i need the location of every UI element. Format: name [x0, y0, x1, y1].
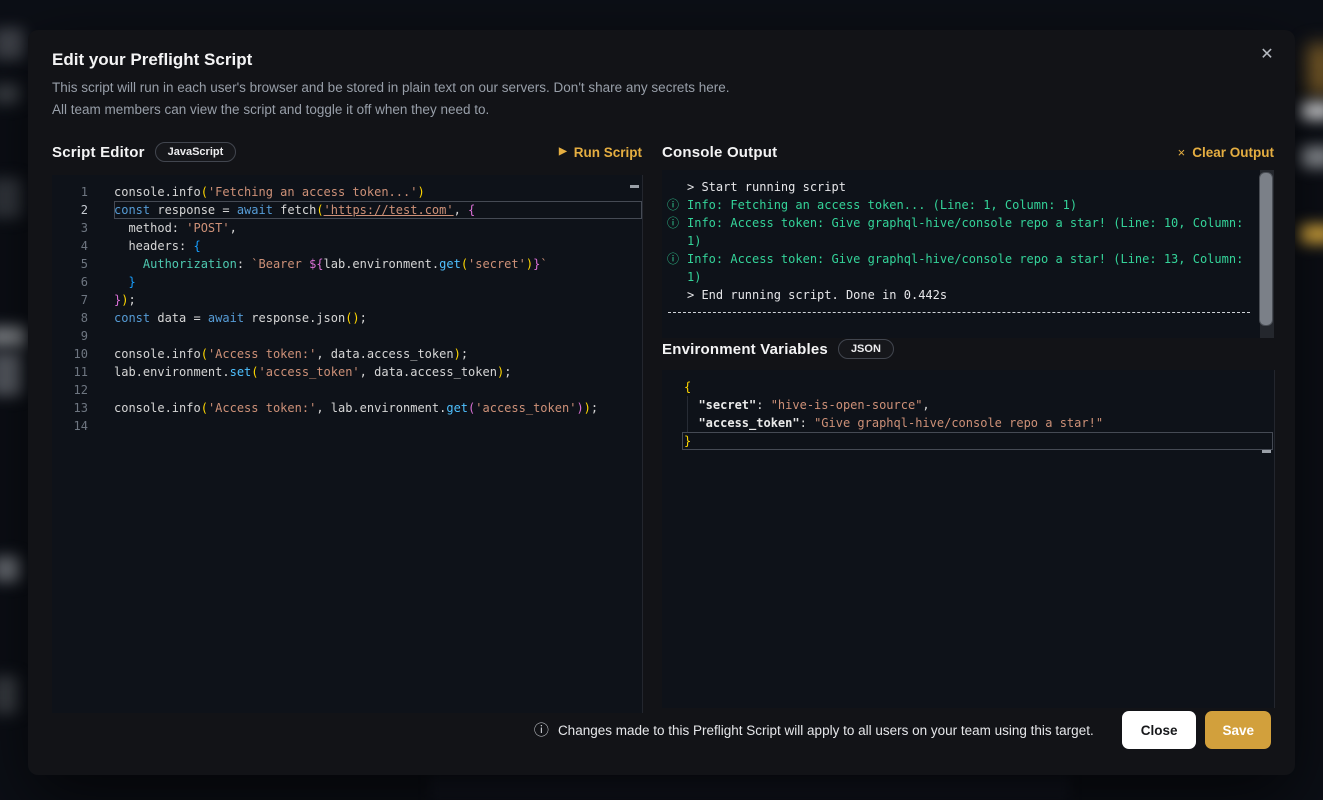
close-button[interactable]: Close	[1122, 711, 1197, 749]
console-entry: > Start running script	[662, 178, 1274, 196]
console-entry-text: Info: Access token: Give graphql-hive/co…	[687, 252, 1251, 284]
line-number: 10	[52, 345, 88, 363]
backdrop-blob	[0, 676, 18, 714]
line-number: 5	[52, 255, 88, 273]
console-output: > Start running script ⓘ Info: Fetching an…	[662, 170, 1274, 338]
line-number: 2	[52, 201, 88, 219]
backdrop-blob	[1300, 224, 1323, 244]
backdrop-blob	[0, 326, 26, 348]
line-number: 7	[52, 291, 88, 309]
modal-description: This script will run in each user's brow…	[52, 77, 729, 121]
console-entry: > End running script. Done in 0.442s	[662, 286, 1274, 304]
code-line[interactable]: 9	[52, 327, 642, 345]
env-json-line[interactable]: }	[662, 432, 1274, 450]
backdrop-blob	[1301, 102, 1323, 120]
console-entry: ⓘ Info: Access token: Give graphql-hive/c…	[662, 214, 1274, 250]
run-script-label: Run Script	[574, 145, 642, 160]
console-entry-text: > Start running script	[687, 180, 846, 194]
json-badge: JSON	[838, 339, 894, 359]
line-number: 4	[52, 237, 88, 255]
code-line[interactable]: 6 }	[52, 273, 642, 291]
play-icon: ▶	[559, 147, 567, 157]
line-number: 13	[52, 399, 88, 417]
modal-description-line2: All team members can view the script and…	[52, 99, 729, 121]
backdrop-blob	[0, 352, 22, 396]
code-line[interactable]: 11lab.environment.set('access_token', da…	[52, 363, 642, 381]
backdrop-blob	[1301, 146, 1323, 168]
modal-footer: ⓘ Changes made to this Preflight Script …	[52, 711, 1271, 749]
modal-title: Edit your Preflight Script	[52, 50, 252, 70]
console-entry: ⓘ Info: Access token: Give graphql-hive/c…	[662, 250, 1274, 286]
clear-icon: ×	[1178, 146, 1186, 159]
backdrop-blob	[1307, 44, 1323, 96]
code-line[interactable]: 10console.info('Access token:', data.acc…	[52, 345, 642, 363]
backdrop-blob	[0, 84, 20, 104]
line-number: 12	[52, 381, 88, 399]
code-line[interactable]: 1console.info('Fetching an access token.…	[52, 183, 642, 201]
footer-note: ⓘ Changes made to this Preflight Script …	[534, 723, 1094, 738]
modal-description-line1: This script will run in each user's brow…	[52, 77, 729, 99]
code-line[interactable]: 4 headers: {	[52, 237, 642, 255]
clear-output-label: Clear Output	[1192, 145, 1274, 160]
footer-note-text: Changes made to this Preflight Script wi…	[558, 723, 1094, 738]
env-json-line[interactable]: "secret": "hive-is-open-source",	[662, 396, 1274, 414]
code-line[interactable]: 5 Authorization: `Bearer ${lab.environme…	[52, 255, 642, 273]
info-icon: ⓘ	[534, 723, 549, 738]
console-output-title: Console Output	[662, 144, 777, 161]
backdrop-blob	[0, 178, 22, 218]
console-entry: ⓘ Info: Fetching an access token... (Line…	[662, 196, 1274, 214]
line-number: 9	[52, 327, 88, 345]
backdrop-blob	[430, 773, 1070, 800]
code-line[interactable]: 14	[52, 417, 642, 435]
line-number: 8	[52, 309, 88, 327]
console-entry-text: > End running script. Done in 0.442s	[687, 288, 947, 302]
save-button[interactable]: Save	[1205, 711, 1271, 749]
run-script-button[interactable]: ▶ Run Script	[559, 145, 642, 160]
console-entry-text: Info: Access token: Give graphql-hive/co…	[687, 216, 1251, 248]
code-line[interactable]: 7});	[52, 291, 642, 309]
console-separator	[668, 312, 1250, 314]
code-line[interactable]: 3 method: 'POST',	[52, 219, 642, 237]
console-info-icon: ⓘ	[667, 250, 679, 268]
screen-backdrop: ✕ Edit your Preflight Script This script…	[0, 0, 1323, 800]
javascript-badge: JavaScript	[155, 142, 237, 162]
code-line[interactable]: 8const data = await response.json();	[52, 309, 642, 327]
script-editor-title: Script Editor	[52, 144, 145, 161]
preflight-script-modal: ✕ Edit your Preflight Script This script…	[28, 30, 1295, 775]
overview-ruler-mark	[1262, 450, 1271, 453]
env-json-line[interactable]: "access_token": "Give graphql-hive/conso…	[662, 414, 1274, 432]
code-line[interactable]: 12	[52, 381, 642, 399]
line-number: 3	[52, 219, 88, 237]
environment-variables-title: Environment Variables	[662, 341, 828, 358]
line-number: 14	[52, 417, 88, 435]
line-number: 11	[52, 363, 88, 381]
console-info-icon: ⓘ	[667, 214, 679, 232]
backdrop-blob	[0, 28, 24, 60]
code-line[interactable]: 2const response = await fetch('https://t…	[52, 201, 642, 219]
environment-variables-editor[interactable]: { "secret": "hive-is-open-source", "acce…	[662, 370, 1275, 708]
line-number: 1	[52, 183, 88, 201]
script-editor[interactable]: 1console.info('Fetching an access token.…	[52, 175, 643, 713]
line-number: 6	[52, 273, 88, 291]
env-json-line[interactable]: {	[662, 378, 1274, 396]
console-info-icon: ⓘ	[667, 196, 679, 214]
close-icon[interactable]: ✕	[1255, 42, 1279, 66]
clear-output-button[interactable]: × Clear Output	[1178, 145, 1274, 160]
backdrop-blob	[0, 556, 20, 582]
console-entry-text: Info: Fetching an access token... (Line:…	[687, 198, 1077, 212]
code-line[interactable]: 13console.info('Access token:', lab.envi…	[52, 399, 642, 417]
